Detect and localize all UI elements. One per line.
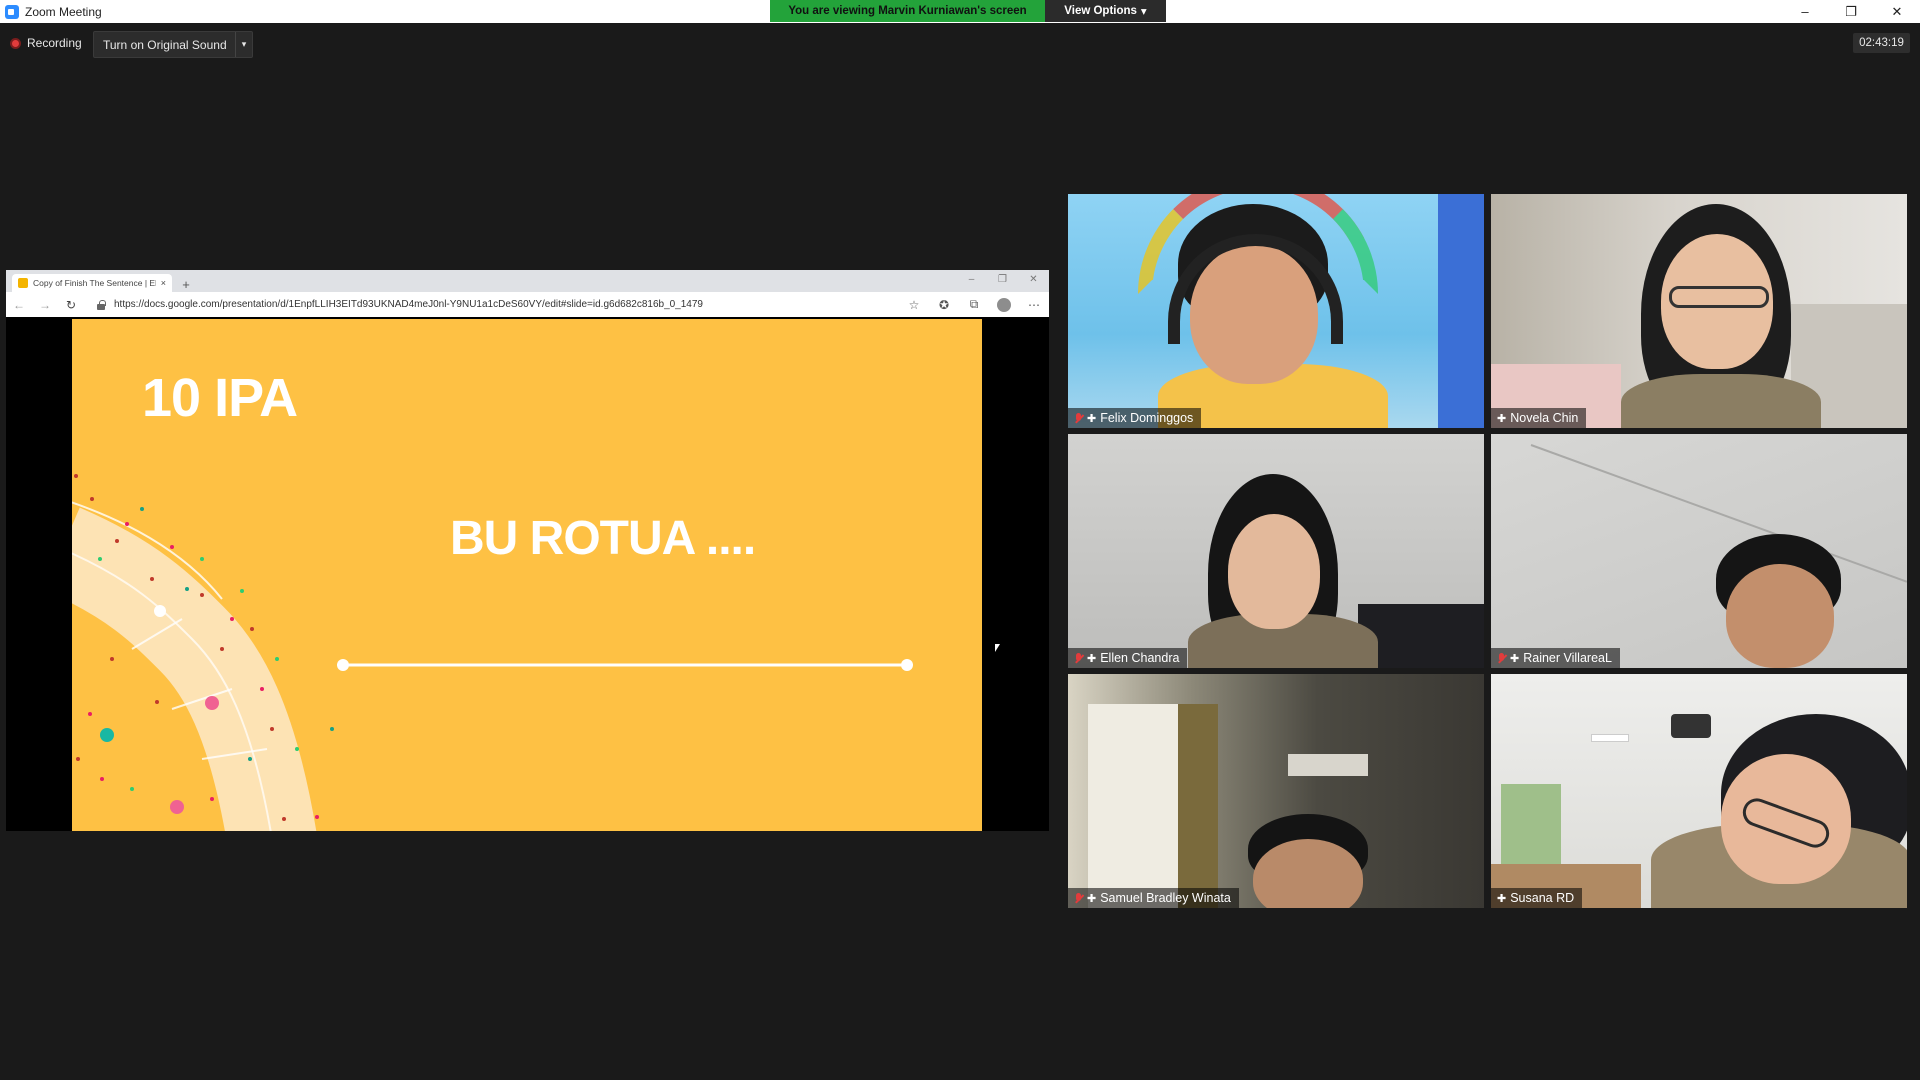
participant-name: Felix Dominggos	[1100, 411, 1194, 425]
participant-name: Susana RD	[1510, 891, 1575, 905]
presentation-slide: 10 IPA BU ROTUA ....	[72, 319, 982, 831]
pin-icon: ✚	[1087, 412, 1097, 425]
person-face	[1228, 514, 1320, 629]
pin-icon: ✚	[1497, 892, 1507, 905]
participant-name-tag: ✚ Novela Chin	[1491, 408, 1587, 428]
video-tile[interactable]: ✚ Felix Dominggos	[1068, 194, 1484, 428]
window-controls: – ❐ ✕	[1782, 0, 1920, 23]
browser-tab-title: Copy of Finish The Sentence | El	[33, 278, 156, 288]
recording-indicator[interactable]: Recording	[10, 33, 82, 53]
mouse-cursor-icon	[995, 644, 1003, 652]
pin-icon: ✚	[1087, 652, 1097, 665]
participant-name: Novela Chin	[1510, 411, 1579, 425]
muted-mic-icon	[1074, 652, 1083, 664]
person-face	[1726, 564, 1834, 668]
profile-icon[interactable]	[997, 297, 1011, 312]
pin-icon: ✚	[1510, 652, 1520, 665]
browser-window-controls: – ❐ ✕	[956, 270, 1049, 290]
window-curtain	[1178, 704, 1218, 908]
minimize-button[interactable]: –	[1782, 0, 1828, 23]
browser-restore-icon[interactable]: ❐	[987, 270, 1018, 290]
browser-toolbar-right: ☆ ✪ ⧉ ⋯	[899, 297, 1049, 312]
original-sound-dropdown-icon[interactable]: ▾	[235, 32, 252, 57]
air-conditioner	[1288, 754, 1368, 776]
slides-favicon-icon	[18, 278, 28, 288]
meeting-timer: 02:43:19	[1853, 33, 1910, 53]
ceiling-light	[1591, 734, 1629, 742]
url-text: https://docs.google.com/presentation/d/1…	[114, 299, 703, 310]
participant-name: Ellen Chandra	[1100, 651, 1180, 665]
browser-tab[interactable]: Copy of Finish The Sentence | El ×	[12, 274, 172, 292]
video-feed	[1491, 434, 1907, 668]
url-field[interactable]: https://docs.google.com/presentation/d/1…	[88, 295, 899, 314]
original-sound-button[interactable]: Turn on Original Sound ▾	[93, 31, 253, 58]
muted-mic-icon	[1497, 652, 1506, 664]
browser-addressbar: ← → ↻ https://docs.google.com/presentati…	[6, 292, 1049, 317]
slide-subtitle: BU ROTUA ....	[450, 512, 756, 565]
view-options-label: View Options	[1064, 5, 1137, 17]
recording-icon	[10, 37, 21, 49]
participant-name-tag: ✚ Ellen Chandra	[1068, 648, 1188, 668]
participant-name-tag: ✚ Felix Dominggos	[1068, 408, 1202, 428]
forward-icon[interactable]: →	[32, 298, 58, 312]
zoom-app-icon	[5, 4, 19, 19]
lock-icon	[96, 299, 106, 310]
pin-icon: ✚	[1087, 892, 1097, 905]
chevron-down-icon: ▾	[1140, 6, 1147, 18]
video-tile[interactable]: ✚ Novela Chin	[1491, 194, 1907, 428]
muted-mic-icon	[1074, 892, 1083, 904]
browser-minimize-icon[interactable]: –	[956, 270, 987, 290]
favorites-icon[interactable]: ✪	[929, 298, 959, 312]
muted-mic-icon	[1074, 412, 1083, 424]
recording-label: Recording	[27, 36, 82, 50]
original-sound-label: Turn on Original Sound	[103, 37, 227, 52]
video-tile[interactable]: ✚ Ellen Chandra	[1068, 434, 1484, 668]
glasses	[1669, 286, 1769, 308]
video-tile[interactable]: ✚ Rainer VillareaL	[1491, 434, 1907, 668]
close-button[interactable]: ✕	[1874, 0, 1920, 23]
browser-close-icon[interactable]: ✕	[1018, 270, 1049, 290]
curtain	[1438, 194, 1484, 428]
collections-icon[interactable]: ⧉	[959, 297, 989, 312]
participant-name-tag: ✚ Susana RD	[1491, 888, 1583, 908]
window-title: Zoom Meeting	[25, 4, 102, 19]
screen-share-banner: You are viewing Marvin Kurniawan's scree…	[770, 0, 1045, 22]
window-light	[1088, 704, 1188, 908]
participant-name: Rainer VillareaL	[1523, 651, 1612, 665]
projector	[1671, 714, 1711, 738]
browser-tabstrip: Copy of Finish The Sentence | El × + – ❐…	[6, 270, 1049, 292]
shared-screen[interactable]: Copy of Finish The Sentence | El × + – ❐…	[6, 270, 1049, 831]
more-options-icon[interactable]: ⋯	[1019, 298, 1049, 312]
back-icon[interactable]: ←	[6, 298, 32, 312]
participant-name-tag: ✚ Samuel Bradley Winata	[1068, 888, 1239, 908]
new-tab-icon[interactable]: +	[176, 277, 196, 292]
restore-button[interactable]: ❐	[1828, 0, 1874, 23]
person-body	[1621, 374, 1821, 428]
participant-name-tag: ✚ Rainer VillareaL	[1491, 648, 1620, 668]
video-tile[interactable]: ✚ Samuel Bradley Winata	[1068, 674, 1484, 908]
participant-name: Samuel Bradley Winata	[1100, 891, 1231, 905]
pin-icon: ✚	[1497, 412, 1507, 425]
slide-title: 10 IPA	[142, 368, 298, 428]
classroom-window	[1501, 784, 1561, 864]
video-tile[interactable]: ✚ Susana RD	[1491, 674, 1907, 908]
star-icon[interactable]: ☆	[899, 298, 929, 312]
tab-close-icon[interactable]: ×	[161, 278, 166, 288]
reload-icon[interactable]: ↻	[58, 298, 84, 312]
view-options-button[interactable]: View Options ▾	[1045, 0, 1166, 22]
